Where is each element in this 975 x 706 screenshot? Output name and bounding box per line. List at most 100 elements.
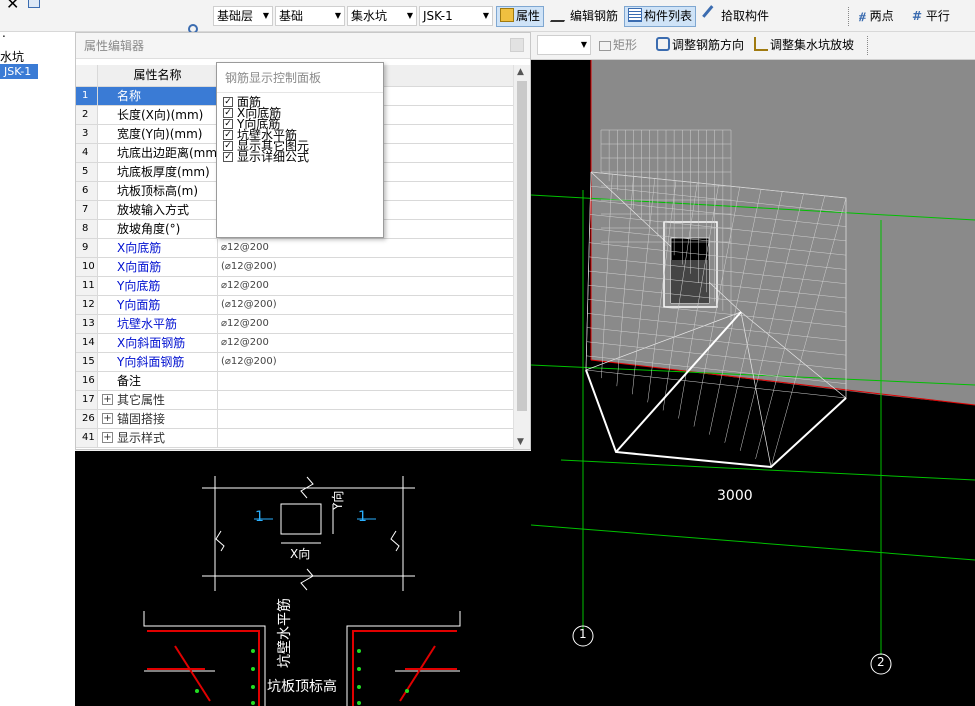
close-panel-button[interactable] xyxy=(510,38,524,52)
floor-select-value: 基础层 xyxy=(217,9,254,23)
checkbox-checked-icon[interactable]: ✓ xyxy=(223,108,233,118)
expand-icon[interactable]: + xyxy=(102,432,113,443)
property-group-row[interactable]: 17 + 其它属性 xyxy=(76,391,514,410)
property-value[interactable]: (⌀12@200) xyxy=(218,258,514,276)
expand-icon[interactable]: + xyxy=(102,394,113,405)
scrollbar-thumb[interactable] xyxy=(517,81,527,411)
component-select[interactable]: JSK-1 ▼ xyxy=(419,6,493,26)
component-select-value: JSK-1 xyxy=(423,9,453,23)
type-select[interactable]: 集水坑 ▼ xyxy=(347,6,417,26)
chevron-down-icon: ▼ xyxy=(262,11,269,20)
two-points-button[interactable]: ⧣ 两点 xyxy=(855,6,898,27)
x-direction-label: X向 xyxy=(290,547,311,561)
axis-label-2: 2 xyxy=(877,655,885,669)
property-value xyxy=(218,391,514,409)
property-row[interactable]: 9 X向底筋 ⌀12@200 xyxy=(76,239,514,258)
rebar-display-control-panel: 钢筋显示控制面板 ✓ 面筋 ✓ X向底筋 ✓ Y向底筋 ✓ 坑壁水平筋 ✓ 显示其它图元 ✓ 显示详细… xyxy=(216,62,384,238)
main-toolbar: ✕ 基础层 ▼ 基础 ▼ 集水坑 ▼ JSK-1 ▼ 属性 编辑钢筋 构件列表 拾取构件… xyxy=(0,0,975,32)
checkbox-checked-icon[interactable]: ✓ xyxy=(223,119,233,129)
adjust-sump-slope-button[interactable]: 调整集水坑放坡 xyxy=(750,35,858,56)
checkbox-checked-icon[interactable]: ✓ xyxy=(223,152,233,162)
property-row[interactable]: 10 X向面筋 (⌀12@200) xyxy=(76,258,514,277)
section-drawing-preview: 1 1 X向 Y向 坑壁水平筋 坑板顶标高 xyxy=(75,451,531,706)
edit-rebar-label: 编辑钢筋 xyxy=(570,9,619,23)
rebar-option[interactable]: ✓ 显示详细公式 xyxy=(217,151,383,163)
copy-icon[interactable] xyxy=(28,0,40,8)
property-value[interactable]: ⌀12@200 xyxy=(218,334,514,352)
row-number: 5 xyxy=(76,163,98,181)
property-name: X向面筋 xyxy=(98,258,218,276)
scroll-down-icon[interactable]: ▼ xyxy=(517,437,524,447)
adjust-rebar-direction-button[interactable]: 调整钢筋方向 xyxy=(652,35,748,56)
3d-view-svg xyxy=(530,60,975,675)
scroll-up-icon[interactable]: ▲ xyxy=(517,67,524,77)
property-name: Y向斜面钢筋 xyxy=(98,353,218,371)
component-list-button[interactable]: 构件列表 xyxy=(624,6,697,27)
property-value[interactable]: ⌀12@200 xyxy=(218,315,514,333)
row-number: 3 xyxy=(76,125,98,143)
list-icon xyxy=(628,8,642,22)
edit-rebar-button[interactable]: 编辑钢筋 xyxy=(549,6,622,27)
parallel-button[interactable]: # 平行 xyxy=(908,6,954,27)
property-value[interactable]: ⌀12@200 xyxy=(218,239,514,257)
3d-viewport[interactable]: 3000 1 2 xyxy=(530,60,975,706)
property-name: 坑板顶标高(m) xyxy=(98,182,218,200)
property-value[interactable]: ⌀12@200 xyxy=(218,277,514,295)
pick-component-button[interactable]: 拾取构件 xyxy=(701,5,773,27)
property-row[interactable]: 16 备注 xyxy=(76,372,514,391)
close-icon[interactable]: ✕ xyxy=(6,0,19,13)
property-name: 坑底板厚度(mm) xyxy=(98,163,218,181)
property-value[interactable]: (⌀12@200) xyxy=(218,353,514,371)
toolbar-divider xyxy=(848,7,849,26)
vertical-scrollbar[interactable]: ▲ ▼ xyxy=(513,65,530,449)
chevron-down-icon: ▼ xyxy=(406,11,413,20)
row-number: 8 xyxy=(76,220,98,238)
group-label: 锚固搭接 xyxy=(117,412,166,426)
property-group-row[interactable]: 41 + 显示样式 xyxy=(76,429,514,448)
property-name: 长度(X向)(mm) xyxy=(98,106,218,124)
y-direction-label: Y向 xyxy=(331,490,345,510)
floor-select[interactable]: 基础层 ▼ xyxy=(213,6,273,26)
property-row[interactable]: 15 Y向斜面钢筋 (⌀12@200) xyxy=(76,353,514,372)
group-name: + 显示样式 xyxy=(98,429,218,447)
expand-icon[interactable]: + xyxy=(102,413,113,424)
property-name: 放坡输入方式 xyxy=(98,201,218,219)
property-name: 放坡角度(°) xyxy=(98,220,218,238)
slope-icon xyxy=(754,37,768,51)
property-name: 宽度(Y向)(mm) xyxy=(98,125,218,143)
checkbox-checked-icon[interactable]: ✓ xyxy=(223,130,233,140)
property-row[interactable]: 13 坑壁水平筋 ⌀12@200 xyxy=(76,315,514,334)
property-row[interactable]: 14 X向斜面钢筋 ⌀12@200 xyxy=(76,334,514,353)
row-number: 15 xyxy=(76,353,98,371)
tree-node-sump[interactable]: 水坑 xyxy=(0,48,24,65)
column-header-name: 属性名称 xyxy=(98,65,218,86)
slab-top-face xyxy=(591,60,975,405)
section-label-right: 1 xyxy=(358,509,367,525)
property-name: 名称 xyxy=(98,87,218,105)
chevron-down-icon: ▼ xyxy=(334,11,341,20)
chevron-down-icon: ▼ xyxy=(580,40,587,49)
property-button-label: 属性 xyxy=(516,9,541,23)
property-value[interactable] xyxy=(218,372,514,390)
property-name: Y向底筋 xyxy=(98,277,218,295)
property-row[interactable]: 12 Y向面筋 (⌀12@200) xyxy=(76,296,514,315)
property-button[interactable]: 属性 xyxy=(496,6,545,27)
adjust-sump-slope-label: 调整集水坑放坡 xyxy=(770,38,855,52)
secondary-toolbar: ▼ 矩形 调整钢筋方向 调整集水坑放坡 xyxy=(531,32,975,60)
checkbox-checked-icon[interactable]: ✓ xyxy=(223,141,233,151)
rectangle-button[interactable]: 矩形 xyxy=(595,35,641,56)
component-tree-panel: . 水坑 JSK-1 xyxy=(0,24,198,706)
row-number: 7 xyxy=(76,201,98,219)
property-group-row[interactable]: 26 + 锚固搭接 xyxy=(76,410,514,429)
top-elevation-label: 坑板顶标高 xyxy=(267,679,337,695)
eyedropper-icon xyxy=(702,5,722,25)
checkbox-checked-icon[interactable]: ✓ xyxy=(223,97,233,107)
property-row[interactable]: 11 Y向底筋 ⌀12@200 xyxy=(76,277,514,296)
tree-item-jsk1[interactable]: JSK-1 xyxy=(0,64,38,79)
shape-select[interactable]: ▼ xyxy=(537,35,591,55)
row-number: 12 xyxy=(76,296,98,314)
category-select[interactable]: 基础 ▼ xyxy=(275,6,345,26)
property-value[interactable]: (⌀12@200) xyxy=(218,296,514,314)
row-number: 17 xyxy=(76,391,98,409)
row-number: 13 xyxy=(76,315,98,333)
